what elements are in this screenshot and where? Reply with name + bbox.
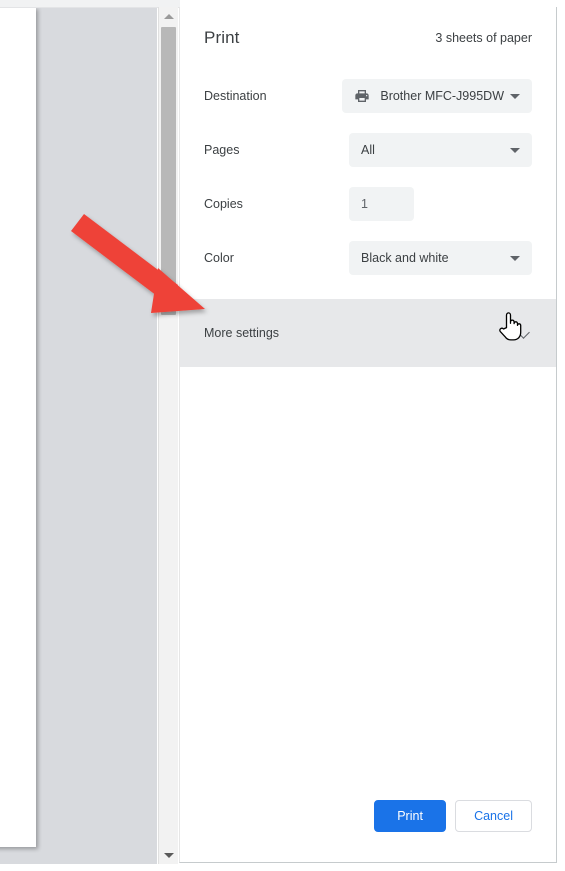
scroll-up-arrow-icon[interactable] — [159, 7, 178, 25]
more-settings-toggle[interactable]: More settings — [180, 299, 556, 367]
destination-control: Brother MFC-J995DW — [342, 79, 532, 113]
pages-control: All — [349, 133, 532, 167]
setting-row-color: Color Black and white — [204, 231, 532, 285]
destination-select[interactable]: Brother MFC-J995DW — [342, 79, 532, 113]
chevron-down-icon — [510, 147, 520, 153]
setting-row-destination: Destination Brother MFC-J995DW — [204, 69, 532, 123]
print-dialog-screen: Print 3 sheets of paper Destination Brot… — [0, 0, 565, 871]
pages-label: Pages — [204, 143, 240, 157]
copies-control: 1 — [349, 187, 532, 221]
chevron-down-icon — [510, 255, 520, 261]
print-dialog: Print 3 sheets of paper Destination Brot… — [179, 7, 557, 863]
dialog-header: Print 3 sheets of paper — [180, 7, 556, 69]
sheets-of-paper-summary: 3 sheets of paper — [435, 31, 532, 45]
printer-icon — [354, 88, 370, 104]
print-preview-area — [0, 7, 157, 864]
scroll-down-arrow-glyph — [163, 852, 174, 858]
destination-value: Brother MFC-J995DW — [380, 89, 504, 103]
dialog-footer: Print Cancel — [180, 788, 556, 862]
pages-select[interactable]: All — [349, 133, 532, 167]
more-settings-label: More settings — [204, 326, 280, 340]
preview-scrollbar[interactable] — [158, 7, 178, 864]
print-settings-list: Destination Brother MFC-J995DW Pages All… — [180, 69, 556, 285]
preview-top-strip — [0, 0, 180, 8]
color-label: Color — [204, 251, 234, 265]
scroll-down-arrow-icon[interactable] — [159, 846, 178, 864]
color-value: Black and white — [361, 251, 449, 265]
copies-value: 1 — [361, 197, 368, 211]
chevron-down-icon — [510, 93, 520, 99]
destination-label: Destination — [204, 89, 267, 103]
chevron-down-icon — [518, 326, 532, 340]
print-button[interactable]: Print — [374, 800, 447, 832]
color-control: Black and white — [349, 241, 532, 275]
color-select[interactable]: Black and white — [349, 241, 532, 275]
cancel-button[interactable]: Cancel — [455, 800, 532, 832]
setting-row-copies: Copies 1 — [204, 177, 532, 231]
scrollbar-thumb[interactable] — [161, 27, 176, 315]
setting-row-pages: Pages All — [204, 123, 532, 177]
scroll-up-arrow-glyph — [163, 13, 174, 19]
pages-value: All — [361, 143, 375, 157]
copies-label: Copies — [204, 197, 243, 211]
copies-input[interactable]: 1 — [349, 187, 414, 221]
preview-page-thumbnail — [0, 7, 36, 847]
page-title: Print — [204, 28, 240, 47]
